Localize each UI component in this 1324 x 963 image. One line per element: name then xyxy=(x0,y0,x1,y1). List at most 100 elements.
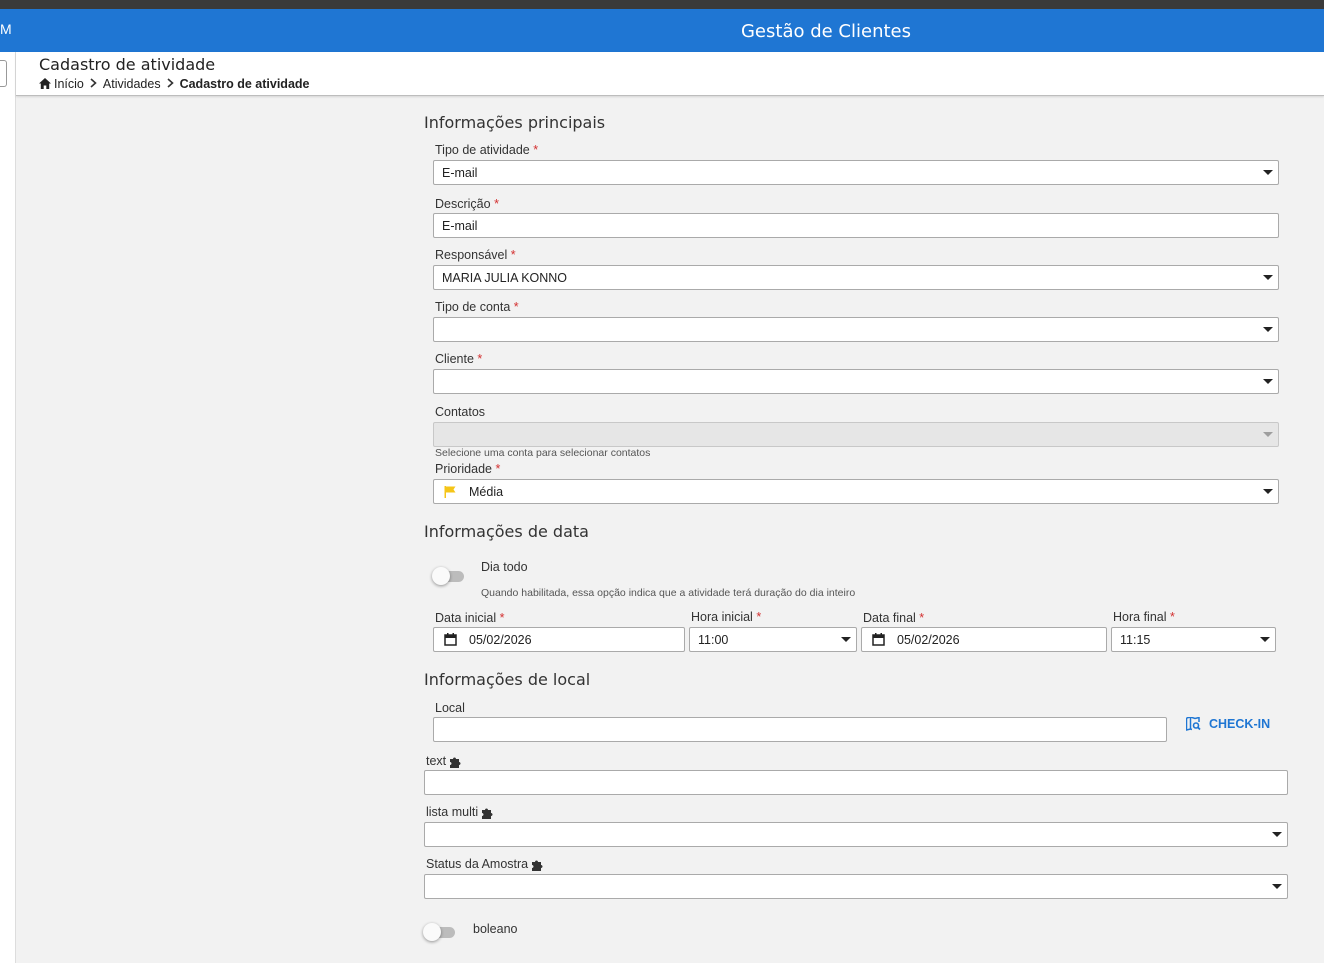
caret-down-icon xyxy=(1263,489,1273,494)
required-marker: * xyxy=(495,462,501,476)
required-marker: * xyxy=(494,197,499,211)
page-title: Cadastro de atividade xyxy=(39,55,216,74)
caret-down-icon xyxy=(1263,275,1273,280)
text-label: text xyxy=(426,754,461,768)
required-marker: * xyxy=(919,611,925,625)
dia-todo-hint: Quando habilitada, essa opção indica que… xyxy=(481,587,856,599)
hora-inicial-label-text: Hora inicial xyxy=(691,610,753,624)
prioridade-select[interactable]: Média xyxy=(433,479,1279,504)
hora-inicial-value: 11:00 xyxy=(698,632,729,647)
puzzle-icon xyxy=(531,859,543,871)
caret-down-icon xyxy=(1272,832,1282,837)
descricao-value: E-mail xyxy=(442,218,478,233)
data-inicial-label-text: Data inicial xyxy=(435,611,497,625)
section-title-date: Informações de data xyxy=(424,522,589,541)
tipo-atividade-select[interactable]: E-mail xyxy=(433,160,1279,185)
descricao-input[interactable]: E-mail xyxy=(433,213,1279,238)
chevron-right-icon xyxy=(167,76,174,91)
app-title: Gestão de Clientes xyxy=(740,21,911,42)
caret-down-icon xyxy=(841,637,851,642)
prioridade-label: Prioridade * xyxy=(435,462,500,476)
hora-final-value: 11:15 xyxy=(1120,632,1151,647)
required-marker: * xyxy=(756,610,762,624)
cliente-label-text: Cliente xyxy=(435,352,474,366)
tipo-atividade-label: Tipo de atividade * xyxy=(435,143,538,157)
hora-final-select[interactable]: 11:15 xyxy=(1111,627,1276,652)
descricao-label-text: Descrição xyxy=(435,197,491,211)
required-marker: * xyxy=(533,143,539,157)
breadcrumb-atividades-link[interactable]: Atividades xyxy=(103,77,161,91)
hora-inicial-label: Hora inicial * xyxy=(691,610,761,624)
toggle-knob xyxy=(432,567,450,585)
tipo-conta-label: Tipo de conta * xyxy=(435,300,519,314)
calendar-icon[interactable] xyxy=(444,633,457,646)
app-bar: M Gestão de Clientes xyxy=(0,9,1324,52)
caret-down-icon xyxy=(1263,327,1273,332)
map-search-icon xyxy=(1186,717,1209,731)
section-title-location: Informações de local xyxy=(424,670,591,689)
caret-down-icon xyxy=(1263,170,1273,175)
calendar-icon[interactable] xyxy=(872,633,885,646)
hora-inicial-select[interactable]: 11:00 xyxy=(689,627,857,652)
dia-todo-label: Dia todo xyxy=(481,560,528,574)
text-label-text: text xyxy=(426,754,447,768)
data-final-value: 05/02/2026 xyxy=(897,632,960,647)
hora-final-label: Hora final * xyxy=(1113,610,1175,624)
side-panel-handle[interactable] xyxy=(0,60,7,87)
responsavel-label: Responsável * xyxy=(435,248,516,262)
responsavel-select[interactable]: MARIA JULIA KONNO xyxy=(433,265,1279,290)
contatos-hint: Selecione uma conta para selecionar cont… xyxy=(435,447,651,459)
puzzle-icon xyxy=(449,756,461,768)
local-label: Local xyxy=(435,701,465,715)
boleano-label: boleano xyxy=(473,922,518,936)
data-final-input[interactable]: 05/02/2026 xyxy=(861,627,1107,652)
checkin-label: CHECK-IN xyxy=(1209,717,1271,731)
required-marker: * xyxy=(510,248,516,262)
lista-multi-label: lista multi xyxy=(426,805,493,819)
chevron-right-icon xyxy=(90,76,97,91)
breadcrumb-home-link[interactable]: Início xyxy=(54,77,84,91)
data-final-label-text: Data final xyxy=(863,611,916,625)
breadcrumb: Início Atividades Cadastro de atividade xyxy=(39,76,309,91)
checkin-button[interactable]: CHECK-IN xyxy=(1186,717,1270,731)
lista-multi-label-text: lista multi xyxy=(426,805,479,819)
section-title-main: Informações principais xyxy=(424,113,606,132)
flag-icon xyxy=(444,485,456,498)
side-panel xyxy=(0,52,16,963)
toggle-knob xyxy=(423,923,441,941)
tipo-conta-label-text: Tipo de conta xyxy=(435,300,511,314)
hora-final-label-text: Hora final xyxy=(1113,610,1167,624)
lista-multi-select[interactable] xyxy=(424,822,1288,847)
required-marker: * xyxy=(513,300,519,314)
page-header: Cadastro de atividade Início Atividades … xyxy=(16,52,1324,96)
caret-down-icon xyxy=(1263,432,1273,437)
data-inicial-label: Data inicial * xyxy=(435,611,505,625)
data-final-label: Data final * xyxy=(863,611,924,625)
top-strip xyxy=(0,0,1324,9)
status-amostra-select[interactable] xyxy=(424,874,1288,899)
local-input[interactable] xyxy=(433,717,1167,742)
home-icon xyxy=(39,78,51,89)
prioridade-label-text: Prioridade xyxy=(435,462,492,476)
caret-down-icon xyxy=(1260,637,1270,642)
text-input[interactable] xyxy=(424,770,1288,795)
prioridade-value: Média xyxy=(469,484,504,499)
responsavel-label-text: Responsável xyxy=(435,248,508,262)
required-marker: * xyxy=(477,352,483,366)
required-marker: * xyxy=(499,611,505,625)
caret-down-icon xyxy=(1263,379,1273,384)
cliente-select[interactable] xyxy=(433,369,1279,394)
contatos-select xyxy=(433,422,1279,447)
responsavel-value: MARIA JULIA KONNO xyxy=(442,270,568,285)
tipo-conta-select[interactable] xyxy=(433,317,1279,342)
dia-todo-toggle[interactable] xyxy=(432,566,466,586)
descricao-label: Descrição * xyxy=(435,197,499,211)
boleano-toggle[interactable] xyxy=(423,922,457,942)
status-amostra-label-text: Status da Amostra xyxy=(426,857,529,871)
tipo-atividade-label-text: Tipo de atividade xyxy=(435,143,530,157)
data-inicial-input[interactable]: 05/02/2026 xyxy=(433,627,685,652)
data-inicial-value: 05/02/2026 xyxy=(469,632,532,647)
status-amostra-label: Status da Amostra xyxy=(426,857,543,871)
breadcrumb-current: Cadastro de atividade xyxy=(179,76,310,91)
puzzle-icon xyxy=(481,807,493,819)
